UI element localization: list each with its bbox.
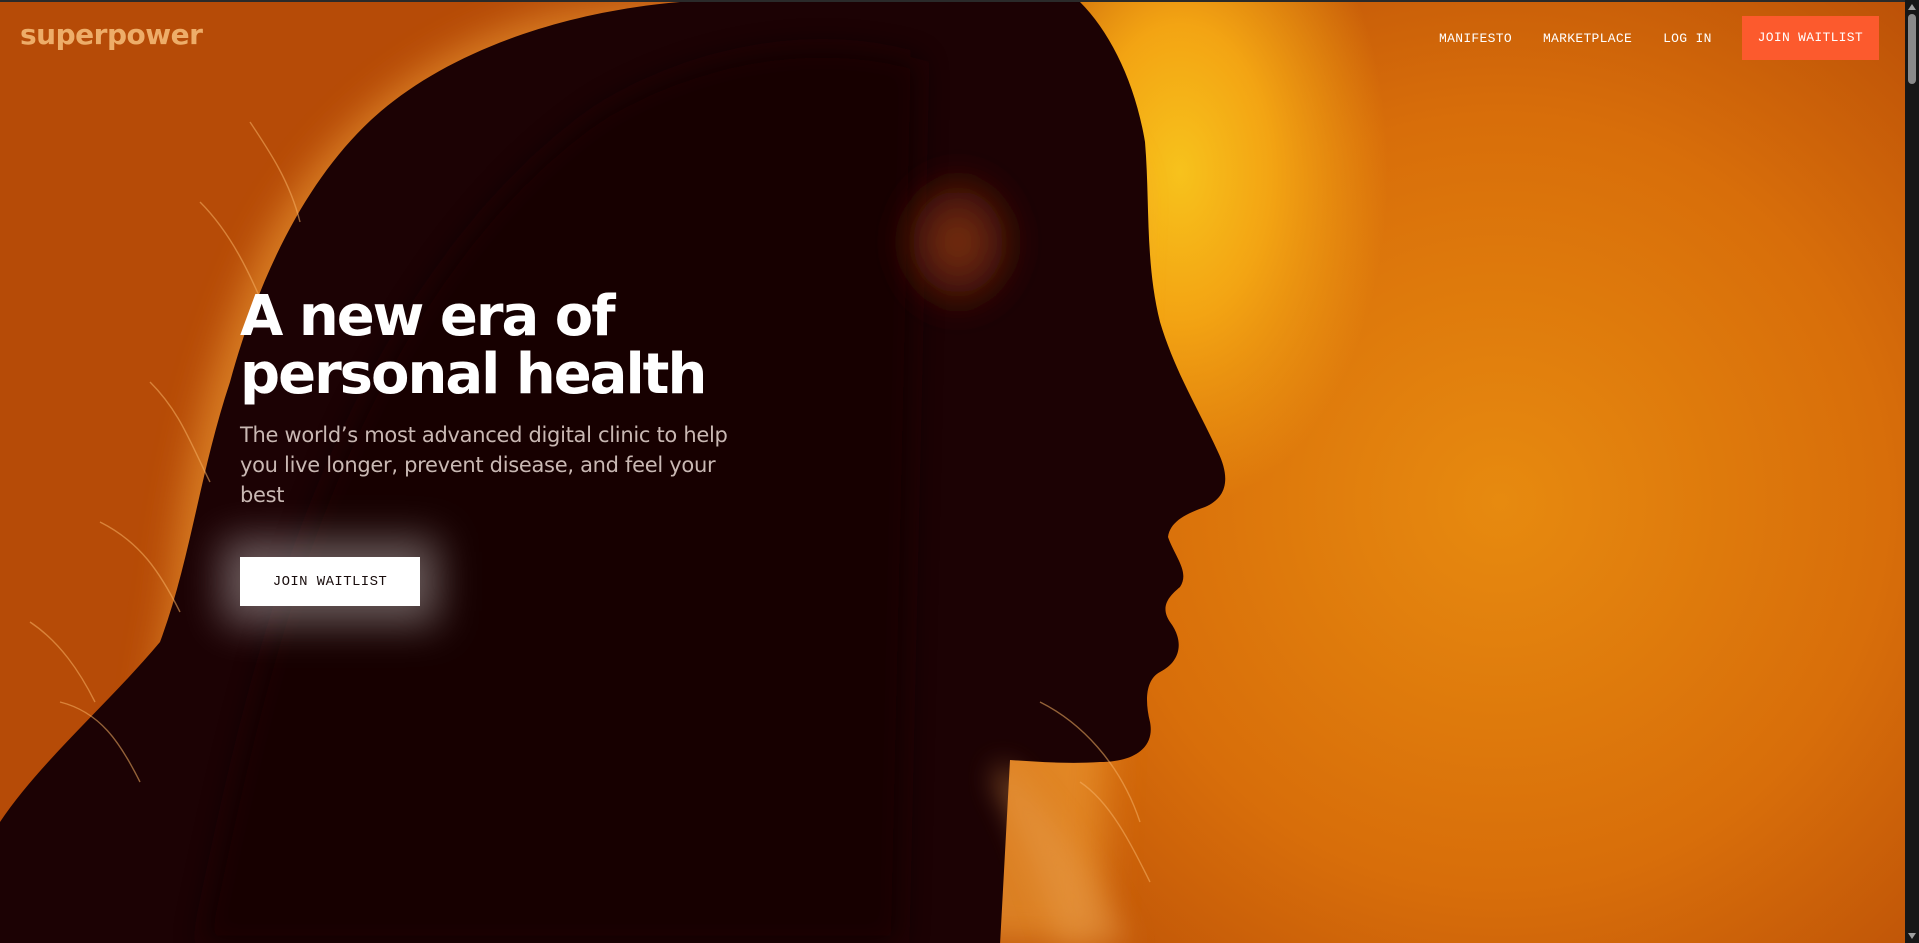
nav-links: MANIFESTO MARKETPLACE LOG IN JOIN WAITLI…	[1408, 16, 1879, 60]
nav-link-manifesto[interactable]: MANIFESTO	[1439, 31, 1512, 46]
superpower-logo[interactable]: superpower	[20, 18, 203, 51]
page-viewport: superpower MANIFESTO MARKETPLACE LOG IN …	[0, 0, 1905, 943]
hero-title-line-1: A new era of	[240, 284, 616, 349]
hero-subtitle: The world’s most advanced digital clinic…	[240, 423, 728, 507]
scroll-up-arrow-icon[interactable]	[1908, 4, 1916, 10]
hero-join-waitlist-button[interactable]: JOIN WAITLIST	[240, 557, 420, 606]
hero-title-line-2: personal health	[240, 342, 707, 407]
scroll-thumb[interactable]	[1908, 14, 1916, 84]
scroll-down-arrow-icon[interactable]	[1908, 933, 1916, 939]
nav-link-marketplace[interactable]: MARKETPLACE	[1543, 31, 1632, 46]
page-scrollbar[interactable]	[1905, 0, 1919, 943]
hero-content: A new era of personal health The world’s…	[240, 288, 800, 510]
hero-title: A new era of personal health	[240, 288, 800, 404]
top-navigation: superpower MANIFESTO MARKETPLACE LOG IN …	[0, 2, 1905, 72]
nav-link-log-in[interactable]: LOG IN	[1663, 31, 1712, 46]
nav-join-waitlist-button[interactable]: JOIN WAITLIST	[1741, 16, 1879, 60]
